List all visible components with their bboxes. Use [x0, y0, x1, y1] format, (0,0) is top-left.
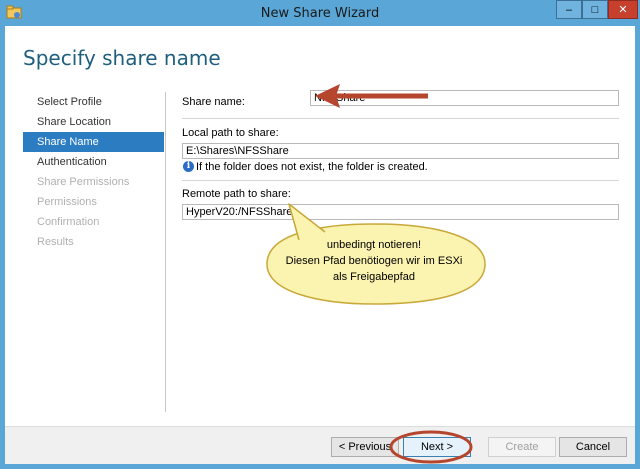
info-icon: i — [183, 161, 194, 172]
local-path-field[interactable]: E:\Shares\NFSShare — [182, 143, 619, 159]
minimize-button[interactable]: – — [556, 0, 582, 19]
title-bar[interactable]: New Share Wizard – □ ✕ — [0, 0, 640, 26]
nav-item-share-name[interactable]: Share Name — [23, 132, 164, 152]
nav-item-permissions: Permissions — [37, 196, 97, 208]
nav-item-authentication[interactable]: Authentication — [23, 152, 164, 172]
share-name-input[interactable]: NFSShare — [310, 90, 619, 106]
next-button[interactable]: Next > — [403, 437, 471, 457]
callout-line: als Freigabepfad — [333, 271, 415, 283]
close-button[interactable]: ✕ — [608, 0, 638, 19]
wizard-steps-nav: Select Profile Share Location Share Name… — [23, 92, 164, 252]
previous-button[interactable]: < Previous — [331, 437, 399, 457]
callout-line: unbedingt notieren! — [326, 239, 422, 251]
create-button: Create — [488, 437, 556, 457]
nav-item-confirmation: Confirmation — [37, 216, 100, 228]
nav-item-select-profile[interactable]: Select Profile — [23, 92, 164, 112]
window-frame: New Share Wizard – □ ✕ Specify share nam… — [0, 0, 640, 469]
nav-item-share-location[interactable]: Share Location — [23, 112, 164, 132]
window-title: New Share Wizard — [260, 6, 380, 21]
nav-item-share-permissions: Share Permissions — [37, 176, 130, 188]
maximize-button[interactable]: □ — [582, 0, 608, 19]
section-divider — [182, 118, 619, 119]
remote-path-label: Remote path to share: — [182, 188, 291, 200]
nav-divider — [165, 92, 166, 412]
section-divider — [182, 180, 619, 181]
callout-line: Diesen Pfad benötiogen wir im ESXi — [285, 255, 463, 267]
wizard-client-area: Specify share name Select Profile Share … — [5, 26, 635, 464]
nav-item-results: Results — [37, 236, 74, 248]
local-path-label: Local path to share: — [182, 127, 279, 139]
callout-text: unbedingt notieren! Diesen Pfad benötiog… — [265, 237, 483, 285]
cancel-button[interactable]: Cancel — [559, 437, 627, 457]
page-title: Specify share name — [23, 46, 221, 70]
remote-path-field[interactable]: HyperV20:/NFSShare — [182, 204, 619, 220]
share-name-label: Share name: — [182, 96, 245, 108]
info-text: If the folder does not exist, the folder… — [196, 161, 428, 173]
